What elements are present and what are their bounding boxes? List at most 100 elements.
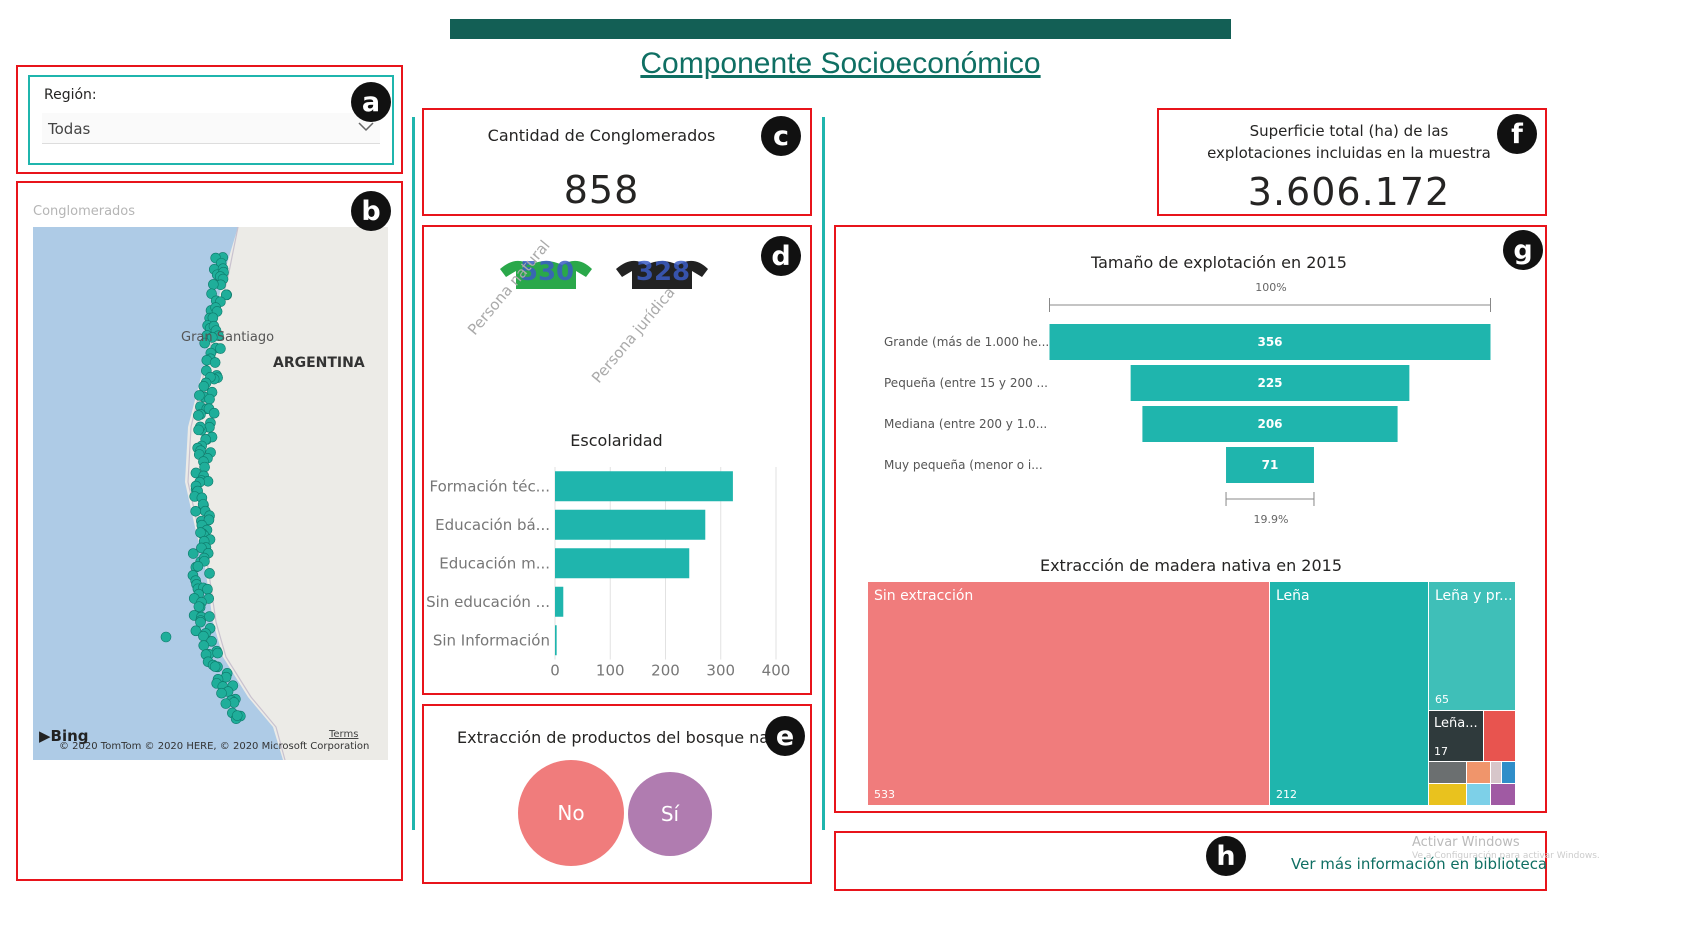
bubble-no-label: No [557, 801, 585, 825]
map-point [192, 560, 204, 572]
treemap-cell-value: 212 [1276, 788, 1297, 801]
map-point [209, 357, 221, 368]
treemap-cell-sin-extraccion[interactable]: Sin extracción 533 [868, 582, 1269, 805]
card-conglomerados: Cantidad de Conglomerados 858 [422, 108, 812, 216]
x-tick-label: 100 [596, 662, 625, 680]
bar [555, 471, 733, 502]
header-bar [450, 19, 1231, 39]
separator-left [412, 117, 415, 830]
category-label: Formación téc... [429, 477, 550, 495]
badge-f: f [1497, 114, 1537, 154]
map-label-country: ARGENTINA [273, 355, 365, 371]
map-point [190, 505, 201, 517]
chevron-down-icon[interactable] [358, 122, 374, 132]
map-point [199, 461, 210, 473]
map-point [193, 601, 205, 612]
badge-h: h [1206, 836, 1246, 876]
map-attribution: © 2020 TomTom © 2020 HERE, © 2020 Micros… [59, 741, 370, 752]
badge-b: b [351, 191, 391, 231]
map-point [216, 687, 227, 699]
map-point [187, 548, 199, 559]
funnel-value-label: 206 [1257, 417, 1282, 431]
funnel-category-label: Mediana (entre 200 y 1.0... [884, 417, 1047, 431]
card-conglomerados-title: Cantidad de Conglomerados [487, 126, 716, 145]
funnel-chart: 356 Grande (más de 1.000 he... 225 Pequeña … [884, 298, 1491, 506]
superficie-title-line1: Superficie total (ha) de las [1249, 122, 1449, 140]
funnel-value-label: 356 [1257, 335, 1282, 349]
map[interactable]: Gran Santiago ARGENTINA ▶Bing © 2020 Tom… [33, 227, 388, 760]
map-point [160, 631, 172, 643]
funnel-category-label: Grande (más de 1.000 he... [884, 335, 1049, 349]
map-point [231, 710, 243, 721]
badge-d: d [761, 236, 801, 276]
treemap-cell-small[interactable] [1429, 784, 1466, 805]
bubble-si[interactable]: Sí [628, 772, 712, 856]
category-label: Sin educación ... [426, 593, 550, 611]
map-point [193, 424, 204, 436]
funnel-title: Tamaño de explotación en 2015 [1091, 253, 1347, 272]
bubble-no[interactable]: No [518, 760, 624, 866]
treemap-cell-small[interactable] [1491, 784, 1515, 805]
map-point [208, 407, 220, 419]
map-point [212, 647, 223, 659]
map-point [202, 583, 213, 595]
treemap-title: Extracción de madera nativa en 2015 [1039, 556, 1343, 575]
treemap-cell-small[interactable] [1484, 711, 1515, 761]
treemap-cell-small[interactable] [1467, 762, 1490, 783]
map-point [208, 279, 219, 290]
map-point [198, 640, 210, 651]
treemap-cell-label: Leña [1276, 588, 1310, 604]
superficie-value: 3.606.172 [1247, 170, 1451, 214]
badge-a: a [351, 82, 391, 122]
x-tick-label: 300 [706, 662, 735, 680]
funnel-category-label: Muy pequeña (menor o i... [884, 458, 1043, 472]
treemap-cell-lena-other[interactable]: Leña... 17 [1429, 711, 1483, 761]
x-tick-label: 0 [550, 662, 560, 680]
badge-g: g [1503, 230, 1543, 270]
funnel-value-label: 71 [1262, 458, 1279, 472]
map-terms-link[interactable]: Terms [329, 729, 358, 740]
superficie-title-line2: explotaciones incluidas en la muestra [1207, 144, 1491, 162]
card-conglomerados-value: 858 [563, 168, 640, 212]
funnel-bottom-pct: 19.9% [1253, 513, 1289, 526]
bubble-si-label: Sí [660, 802, 680, 826]
person-juridica-label: Persona jurídica [588, 283, 679, 387]
region-filter-label: Región: [44, 87, 97, 103]
map-canvas[interactable] [33, 227, 388, 760]
map-point [209, 661, 221, 672]
windows-watermark-line1: Activar Windows [1412, 835, 1520, 850]
escolaridad-title: Escolaridad [570, 431, 663, 450]
map-title: Conglomerados [33, 204, 136, 219]
x-tick-label: 400 [762, 662, 791, 680]
map-point [204, 393, 215, 405]
biblioteca-link[interactable]: Ver más información en biblioteca [1291, 855, 1547, 873]
treemap-cell-small[interactable] [1491, 762, 1501, 783]
treemap-cell-lena-y-pr[interactable]: Leña y pr... 65 [1429, 582, 1515, 710]
separator-right [822, 117, 825, 830]
treemap-cell-label: Sin extracción [874, 588, 974, 604]
treemap-cell-small[interactable] [1502, 762, 1515, 783]
escolaridad-chart: 0 100 200 300 400 Formación téc... Educación b… [426, 467, 791, 680]
badge-c: c [761, 116, 801, 156]
treemap-cell-value: 17 [1434, 745, 1448, 758]
category-label: Sin Información [433, 631, 550, 649]
treemap-cell-value: 533 [874, 788, 895, 801]
map-label-city: Gran Santiago [181, 330, 275, 345]
bing-logo-icon: ▶ [39, 727, 51, 745]
extraccion-productos-title: Extracción de productos del bosque nativ… [457, 728, 804, 747]
treemap-cell-small[interactable] [1467, 784, 1490, 805]
funnel-category-label: Pequeña (entre 15 y 200 ... [884, 376, 1048, 390]
region-filter[interactable]: Región: Todas [28, 75, 394, 165]
treemap-cell-small[interactable] [1429, 762, 1466, 783]
region-select-value: Todas [48, 120, 91, 138]
person-juridica-value: 328 [635, 257, 691, 287]
card-funnel-treemap: Tamaño de explotación en 2015 100% 356 Gr… [834, 225, 1547, 813]
map-point [194, 390, 205, 401]
funnel-value-label: 225 [1257, 376, 1282, 390]
treemap-cell-label: Leña... [1434, 716, 1478, 731]
treemap-cell-label: Leña y pr... [1435, 588, 1513, 604]
map-point [193, 410, 204, 421]
treemap-cell-lena[interactable]: Leña 212 [1270, 582, 1428, 805]
region-select[interactable]: Todas [42, 113, 380, 144]
bar [555, 625, 557, 656]
